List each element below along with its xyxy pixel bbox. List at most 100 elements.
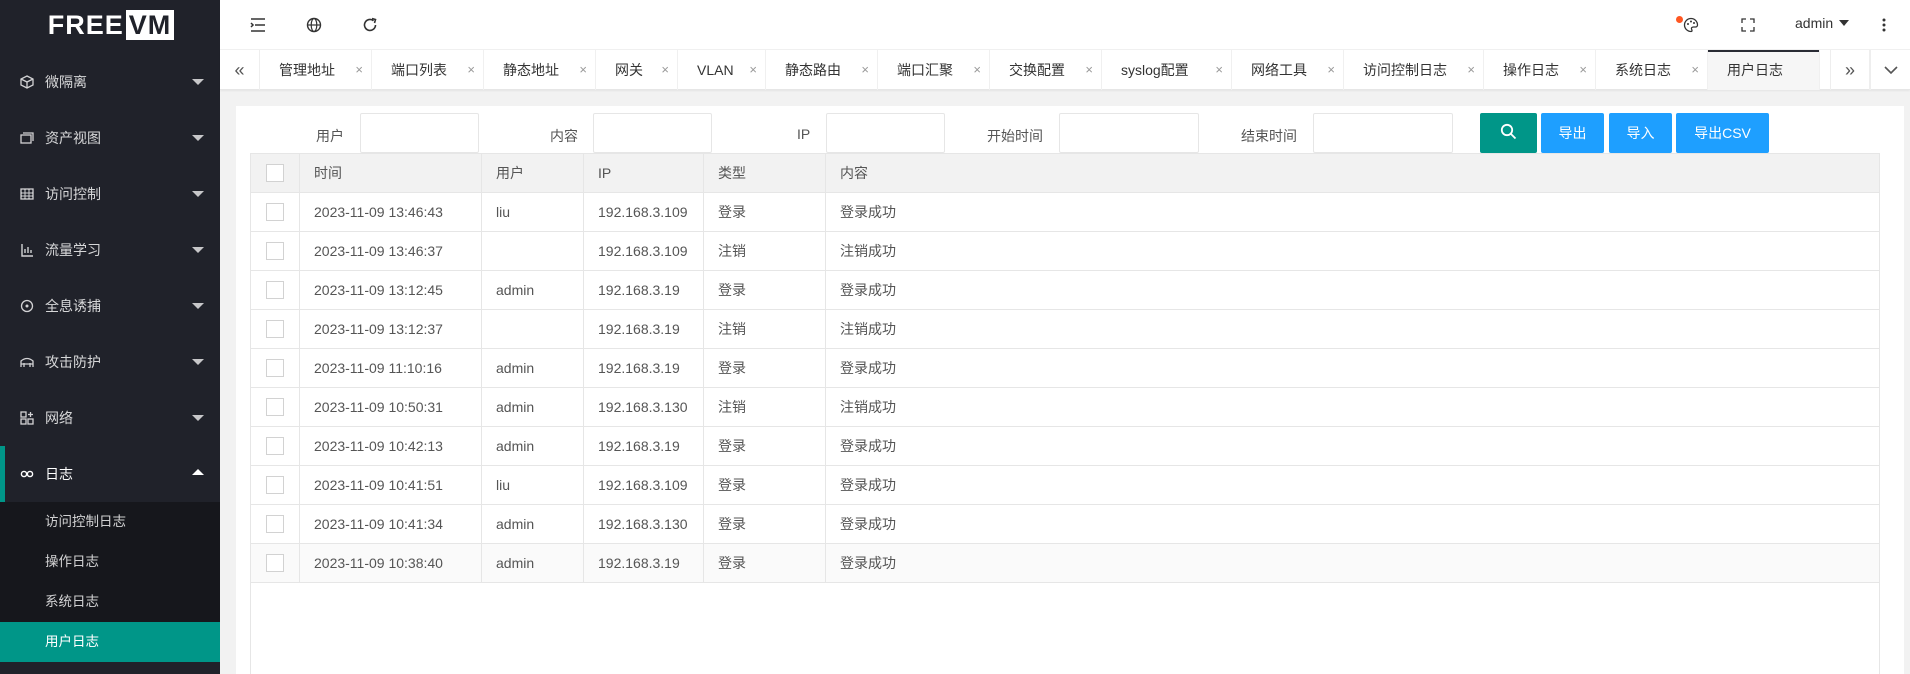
tabs-dropdown-icon[interactable] [1870, 50, 1910, 90]
cell-ip: 192.168.3.19 [583, 309, 704, 349]
row-select-cell [250, 465, 300, 505]
sidebar-subitem-user-log[interactable]: 用户日志 [0, 622, 220, 662]
content-filter-input[interactable] [593, 113, 712, 153]
close-icon[interactable]: × [1691, 62, 1699, 77]
user-filter-input[interactable] [360, 113, 479, 153]
sidebar-subitem-system-log[interactable]: 系统日志 [0, 582, 220, 622]
import-button[interactable]: 导入 [1609, 113, 1672, 153]
sidebar-item-attack-defense[interactable]: 攻击防护 [0, 334, 220, 390]
sidebar-submenu-logs: 访问控制日志 操作日志 系统日志 用户日志 [0, 502, 220, 662]
close-icon[interactable]: × [355, 62, 363, 77]
sidebar-subitem-access-log[interactable]: 访问控制日志 [0, 502, 220, 542]
start-time-input[interactable] [1059, 113, 1199, 153]
row-select-cell [250, 192, 300, 232]
table-row[interactable]: 2023-11-09 13:12:45 admin 192.168.3.19 登录 登录… [250, 270, 1880, 310]
close-icon[interactable]: × [1467, 62, 1475, 77]
export-csv-button[interactable]: 导出CSV [1676, 113, 1769, 153]
cell-content: 登录成功 [825, 192, 1880, 232]
tab-network-tools[interactable]: 网络工具 × [1232, 50, 1344, 90]
sidebar-item-network[interactable]: 网络 [0, 390, 220, 446]
tab-system-log[interactable]: 系统日志 × [1596, 50, 1708, 90]
close-icon[interactable]: × [467, 62, 475, 77]
cell-type: 登录 [703, 426, 826, 466]
chevron-down-icon [192, 79, 204, 85]
tab-access-control-log[interactable]: 访问控制日志 × [1344, 50, 1484, 90]
cell-ip: 192.168.3.109 [583, 231, 704, 271]
tab-gateway[interactable]: 网关 × [596, 50, 678, 90]
tab-management-address[interactable]: 管理地址 × [260, 50, 372, 90]
close-icon[interactable]: × [973, 62, 981, 77]
log-icon [20, 467, 34, 481]
cell-ip: 192.168.3.19 [583, 270, 704, 310]
user-filter-label: 用户 [316, 128, 344, 144]
tab-label: 网关 [615, 62, 643, 78]
more-vertical-icon[interactable] [1873, 14, 1895, 36]
table-row[interactable]: 2023-11-09 10:50:31 admin 192.168.3.130 注销注… [250, 387, 1880, 427]
close-icon[interactable]: × [579, 62, 587, 77]
tab-operation-log[interactable]: 操作日志 × [1484, 50, 1596, 90]
theme-palette-icon[interactable] [1680, 14, 1702, 36]
close-icon[interactable]: × [1215, 62, 1223, 77]
sidebar-item-assets[interactable]: 资产视图 [0, 110, 220, 166]
close-icon[interactable]: × [1579, 62, 1587, 77]
chevron-down-icon [192, 247, 204, 253]
row-checkbox[interactable] [266, 554, 284, 573]
table-row[interactable]: 2023-11-09 13:46:43 liu 192.168.3.109 登录 登录成… [250, 192, 1880, 232]
cell-time: 2023-11-09 10:41:34 [299, 504, 482, 544]
close-icon[interactable]: × [861, 62, 869, 77]
row-checkbox[interactable] [266, 359, 284, 378]
table-row[interactable]: 2023-11-09 13:12:37 192.168.3.19 注销 注销成功 [250, 309, 1880, 349]
cell-time: 2023-11-09 10:50:31 [299, 387, 482, 427]
ip-filter-input[interactable] [826, 113, 945, 153]
table-row[interactable]: 2023-11-09 11:10:16 admin 192.168.3.19 登录 登录… [250, 348, 1880, 388]
chart-icon [20, 243, 34, 257]
sidebar-item-traffic-learning[interactable]: 流量学习 [0, 222, 220, 278]
user-menu[interactable]: admin [1795, 15, 1850, 31]
tab-port-list[interactable]: 端口列表 × [372, 50, 484, 90]
sidebar-subitem-operation-log[interactable]: 操作日志 [0, 542, 220, 582]
cell-content: 登录成功 [825, 348, 1880, 388]
row-checkbox[interactable] [266, 476, 284, 495]
row-checkbox[interactable] [266, 242, 284, 261]
row-checkbox[interactable] [266, 281, 284, 300]
close-icon[interactable]: × [1085, 62, 1093, 77]
tab-static-route[interactable]: 静态路由 × [766, 50, 878, 90]
cell-content: 登录成功 [825, 504, 1880, 544]
table-row[interactable]: 2023-11-09 13:46:37 192.168.3.109 注销 注销成功 [250, 231, 1880, 271]
row-checkbox[interactable] [266, 398, 284, 417]
table-row[interactable]: 2023-11-09 10:41:51 liu 192.168.3.109 登录 登录成… [250, 465, 1880, 505]
tabs-scroll-right-icon[interactable]: » [1830, 50, 1870, 90]
search-button[interactable] [1480, 113, 1537, 153]
sidebar-item-logs[interactable]: 日志 [0, 446, 220, 502]
row-checkbox[interactable] [266, 320, 284, 339]
globe-icon[interactable] [303, 14, 325, 36]
sidebar-item-access-control[interactable]: 访问控制 [0, 166, 220, 222]
tab-syslog-config[interactable]: syslog配置 × [1102, 50, 1232, 90]
menu-toggle-icon[interactable] [247, 14, 269, 36]
sidebar-item-microsegmentation[interactable]: 微隔离 [0, 54, 220, 110]
table-row[interactable]: 2023-11-09 10:42:13 admin 192.168.3.19 登录 登录… [250, 426, 1880, 466]
tabs-scroll-left-icon[interactable]: « [220, 50, 260, 90]
ip-filter-label: IP [797, 126, 811, 142]
row-checkbox[interactable] [266, 515, 284, 534]
end-time-input[interactable] [1313, 113, 1453, 153]
fullscreen-icon[interactable] [1737, 14, 1759, 36]
table-row[interactable]: 2023-11-09 10:38:40 admin 192.168.3.19 登录 登录… [250, 543, 1880, 583]
tab-port-aggregation[interactable]: 端口汇聚 × [878, 50, 990, 90]
tab-label: 访问控制日志 [1363, 62, 1447, 78]
row-checkbox[interactable] [266, 437, 284, 456]
close-icon[interactable]: × [661, 62, 669, 77]
row-checkbox[interactable] [266, 203, 284, 222]
export-button[interactable]: 导出 [1541, 113, 1604, 153]
close-icon[interactable]: × [1327, 62, 1335, 77]
sidebar-item-honeypot[interactable]: 全息诱捕 [0, 278, 220, 334]
tab-vlan[interactable]: VLAN × [678, 50, 766, 90]
close-icon[interactable]: × [749, 62, 757, 77]
tab-static-address[interactable]: 静态地址 × [484, 50, 596, 90]
refresh-icon[interactable] [359, 14, 381, 36]
tab-user-log[interactable]: 用户日志 [1708, 50, 1820, 90]
tab-label: 静态地址 [503, 62, 559, 78]
select-all-checkbox[interactable] [266, 164, 284, 183]
tab-switch-config[interactable]: 交换配置 × [990, 50, 1102, 90]
table-row[interactable]: 2023-11-09 10:41:34 admin 192.168.3.130 登录登… [250, 504, 1880, 544]
